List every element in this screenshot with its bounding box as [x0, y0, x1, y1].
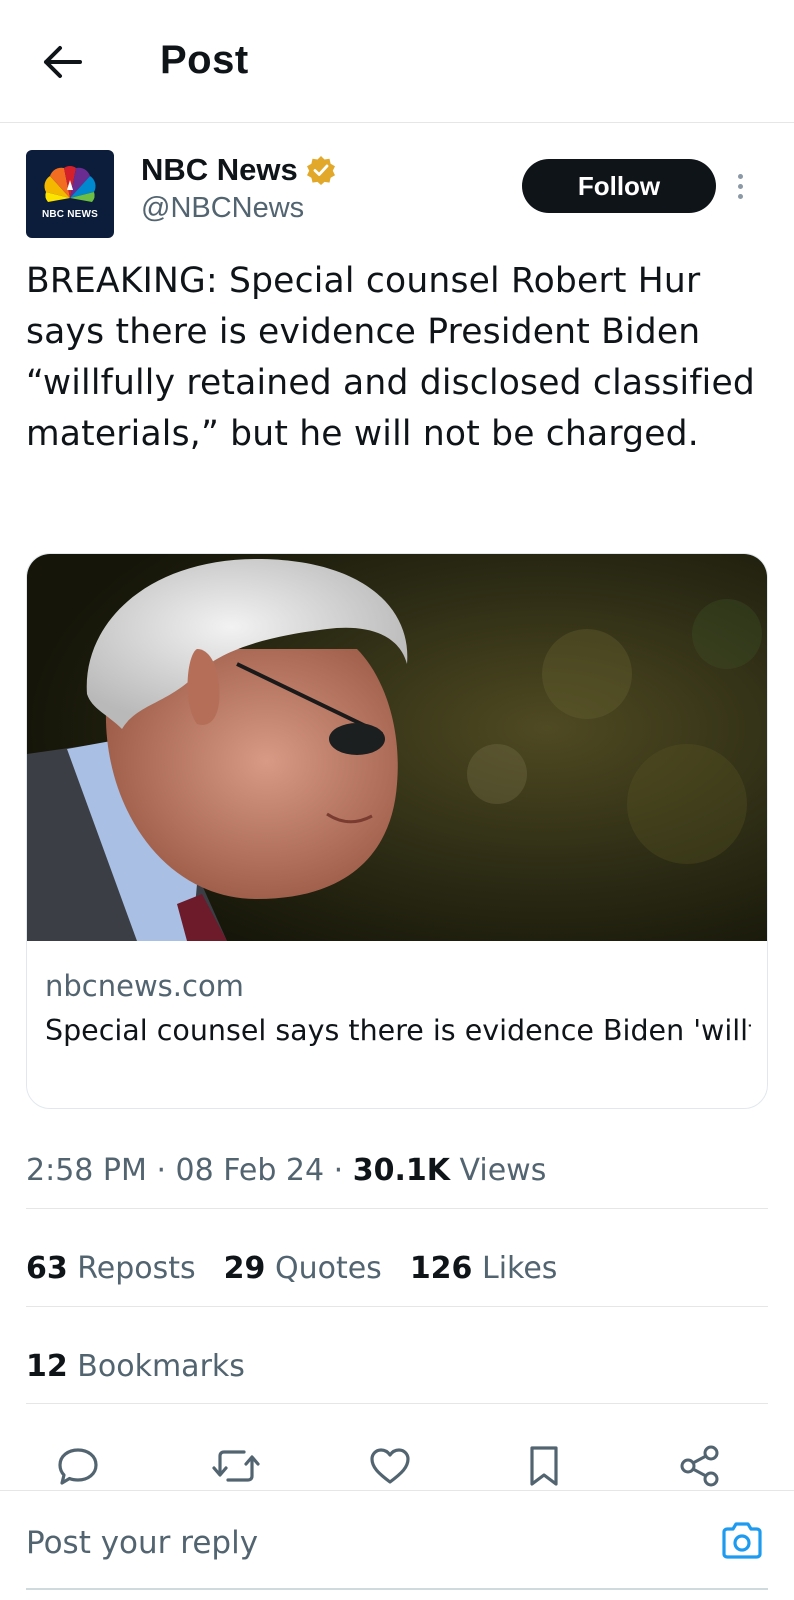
top-bar: Post	[0, 0, 794, 123]
page-title: Post	[160, 38, 249, 82]
quotes-stat[interactable]: 29 Quotes	[224, 1251, 382, 1286]
share-button[interactable]	[676, 1442, 724, 1490]
bookmarks-stat[interactable]: 12 Bookmarks	[26, 1349, 245, 1384]
post-author: NBC NEWS NBC News @NBCNews Follow	[26, 150, 766, 240]
camera-icon	[722, 1522, 762, 1559]
link-title: Special counsel says there is evidence B…	[45, 1014, 751, 1047]
preview-photo	[27, 554, 767, 941]
post-date[interactable]: 08 Feb 24	[176, 1153, 325, 1188]
divider	[26, 1208, 768, 1209]
avatar-label: NBC NEWS	[41, 209, 99, 220]
like-button[interactable]	[366, 1442, 414, 1490]
reply-button[interactable]	[54, 1442, 102, 1490]
avatar[interactable]: NBC NEWS	[26, 150, 114, 238]
link-domain: nbcnews.com	[45, 969, 244, 1003]
more-options-button[interactable]	[726, 164, 754, 208]
reply-composer	[0, 1490, 794, 1600]
name-row: NBC News	[141, 152, 336, 188]
heart-icon	[370, 1448, 410, 1484]
camera-button[interactable]	[718, 1517, 766, 1565]
likes-stat[interactable]: 126 Likes	[410, 1251, 558, 1286]
follow-button[interactable]: Follow	[522, 159, 716, 213]
views-count: 30.1K	[352, 1153, 450, 1188]
author-name[interactable]: NBC News	[141, 152, 298, 188]
post-time[interactable]: 2:58 PM	[26, 1153, 147, 1188]
verified-badge-icon	[306, 156, 335, 185]
nbc-peacock-logo	[44, 166, 96, 202]
divider	[26, 1306, 768, 1307]
reply-input[interactable]	[26, 1525, 676, 1561]
divider	[26, 1403, 768, 1404]
action-bar	[0, 1442, 794, 1492]
post-text: BREAKING: Special counsel Robert Hur say…	[26, 261, 755, 454]
reposts-stat[interactable]: 63 Reposts	[26, 1251, 196, 1286]
share-icon	[680, 1445, 719, 1487]
views-label: Views	[459, 1153, 547, 1188]
more-vertical-icon	[737, 173, 743, 179]
post-meta: 2:58 PM · 08 Feb 24 · 30.1K Views	[26, 1153, 547, 1188]
back-button[interactable]	[36, 40, 88, 84]
arrow-left-icon	[44, 46, 82, 78]
repost-button[interactable]	[212, 1442, 260, 1490]
home-indicator-line	[26, 1588, 768, 1590]
bookmark-icon	[530, 1446, 558, 1486]
link-preview-image	[27, 554, 767, 941]
engagement-stats: 63 Reposts 29 Quotes 126 Likes	[26, 1251, 557, 1286]
author-handle[interactable]: @NBCNews	[141, 192, 304, 225]
reply-icon	[58, 1448, 98, 1485]
bookmark-button[interactable]	[520, 1442, 568, 1490]
repost-icon	[212, 1450, 260, 1482]
link-preview-card[interactable]: nbcnews.com Special counsel says there i…	[26, 553, 768, 1109]
